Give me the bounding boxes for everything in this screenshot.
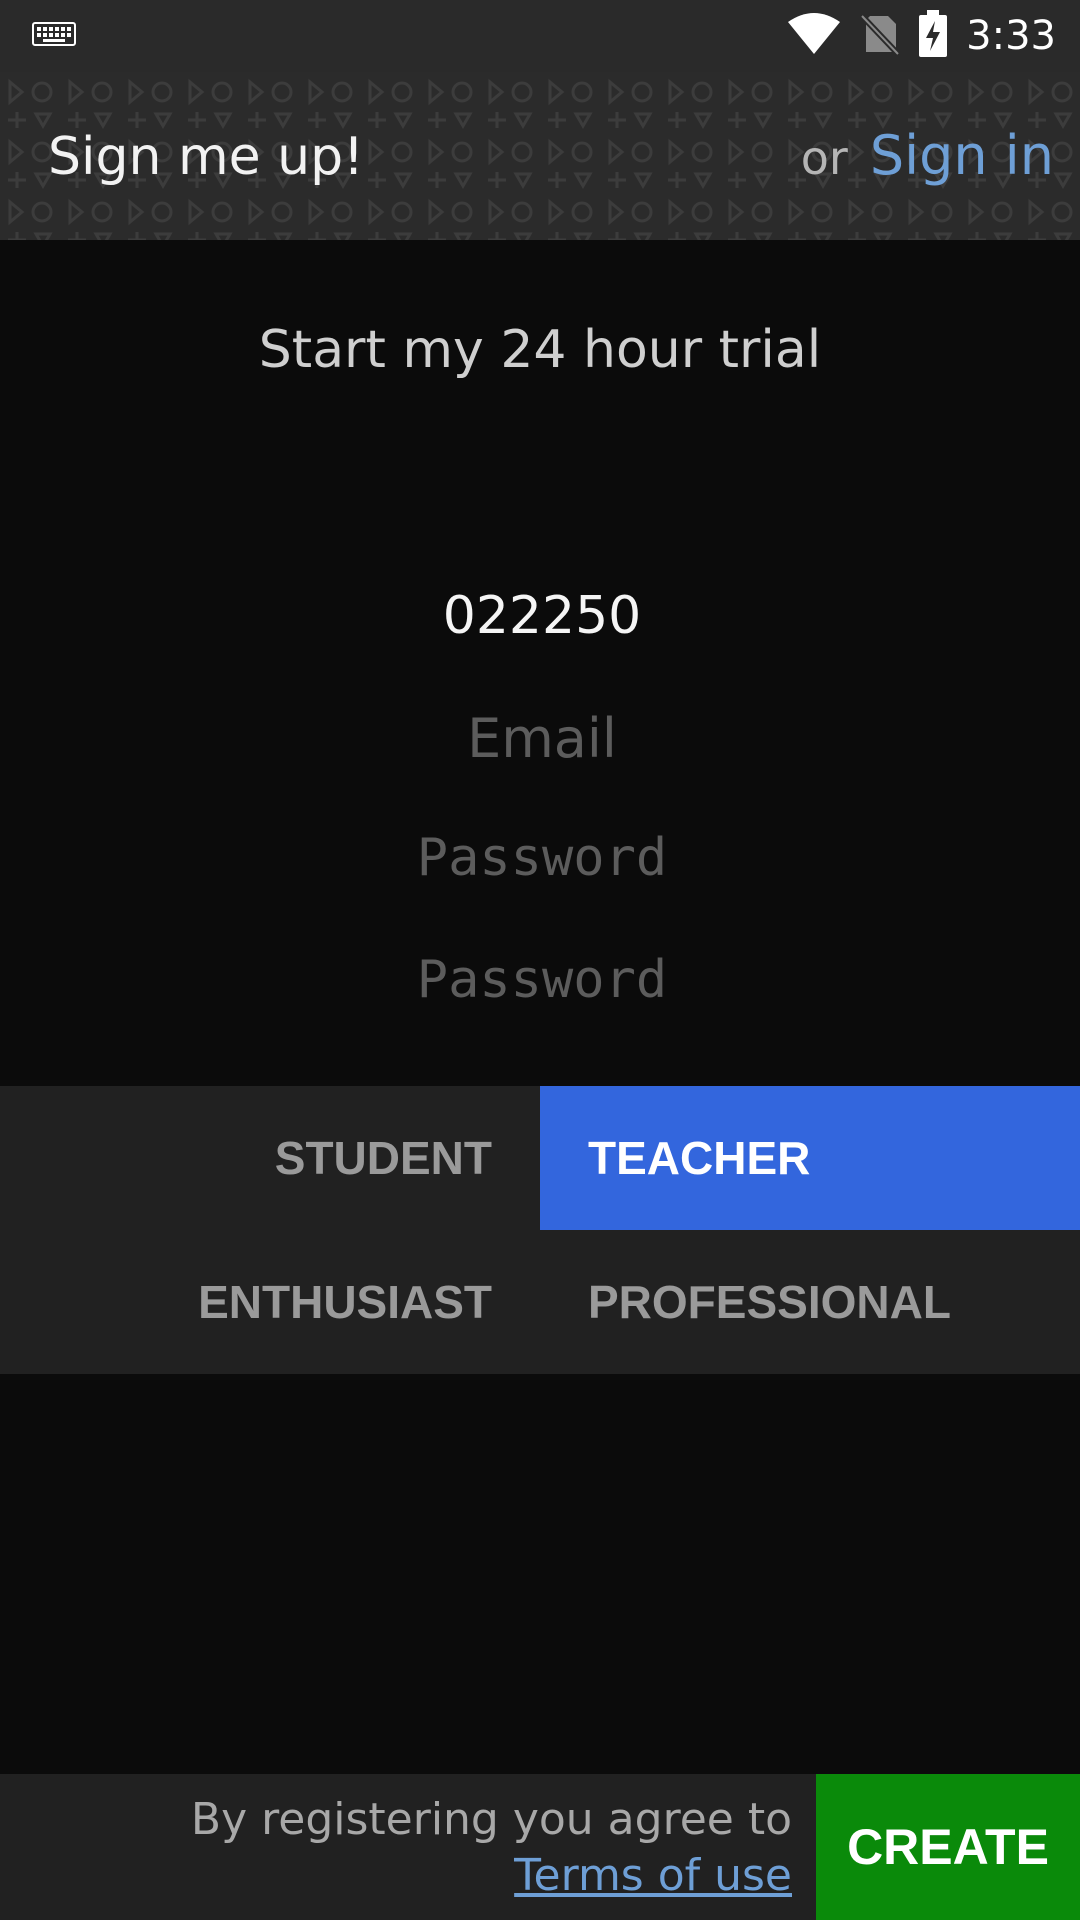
code-input[interactable]	[240, 570, 844, 662]
battery-charging-icon	[918, 10, 948, 62]
agreement-text-block: By registering you agree to Terms of use	[191, 1792, 792, 1904]
password-input[interactable]	[240, 812, 844, 904]
footer: By registering you agree to Terms of use…	[0, 1774, 1080, 1920]
header-signin-area: or Sign in	[801, 124, 1054, 187]
role-teacher-button[interactable]: TEACHER	[540, 1086, 1080, 1230]
confirm-password-input[interactable]	[240, 934, 844, 1026]
role-student-button[interactable]: STUDENT	[0, 1086, 540, 1230]
agreement-text: By registering you agree to	[190, 1794, 792, 1845]
terms-of-use-link[interactable]: Terms of use	[191, 1848, 792, 1904]
no-sim-icon	[859, 12, 901, 60]
status-bar: 3:33	[0, 0, 1080, 72]
app-header: Sign me up! or Sign in	[0, 72, 1080, 240]
trial-heading: Start my 24 hour trial	[258, 320, 822, 380]
page-title: Sign me up!	[48, 127, 364, 187]
role-professional-button[interactable]: PROFESSIONAL	[540, 1230, 1080, 1374]
role-enthusiast-button[interactable]: ENTHUSIAST	[0, 1230, 540, 1374]
create-button[interactable]: CREATE	[816, 1774, 1080, 1920]
status-time: 3:33	[966, 13, 1056, 59]
email-input[interactable]	[240, 692, 844, 784]
wifi-icon	[786, 12, 842, 60]
sign-in-link[interactable]: Sign in	[870, 124, 1054, 187]
or-label: or	[800, 131, 848, 185]
status-icons: 3:33	[786, 0, 1056, 72]
role-selector: STUDENT TEACHER ENTHUSIAST PROFESSIONAL	[0, 1086, 1080, 1374]
keyboard-icon	[32, 22, 76, 50]
